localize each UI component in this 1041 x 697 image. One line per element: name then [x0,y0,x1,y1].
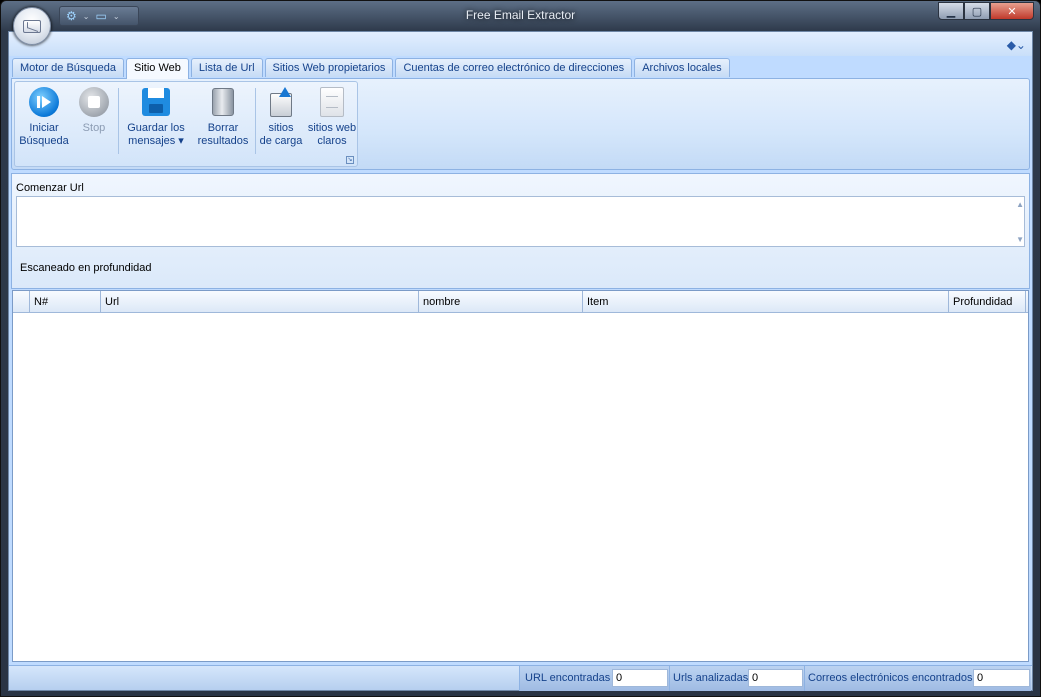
clear-label-2: resultados [197,135,249,147]
results-grid[interactable]: N# Url nombre Item Profundidad [12,290,1029,662]
scroll-down-icon[interactable]: ▼ [1016,235,1024,244]
client-area: ◆⌄ Motor de Búsqueda Sitio Web Lista de … [8,31,1033,691]
status-bar: URL encontradas 0 Urls analizadas 0 Corr… [9,665,1032,691]
clear-sites-button[interactable]: sitios web claros [305,86,359,148]
clear-sites-label-2: claros [317,135,347,147]
start-search-label-2: Búsqueda [19,135,69,147]
minimize-button[interactable]: ▁ [938,2,964,20]
status-emails-found: Correos electrónicos encontrados 0 [804,666,1031,691]
load-sites-button[interactable]: sitios de carga [258,86,304,148]
trash-icon [212,88,234,116]
clear-results-button[interactable]: Borrar resultados [195,86,251,148]
depth-scan-label: Escaneado en profundidad [20,262,152,274]
load-label-2: de carga [259,135,303,147]
ribbon-tabs: Motor de Búsqueda Sitio Web Lista de Url… [12,58,730,79]
status-urls-found: URL encontradas 0 [519,666,669,691]
grid-header: N# Url nombre Item Profundidad [13,291,1028,313]
stop-label: Stop [82,122,106,134]
emails-found-label: Correos electrónicos encontrados [808,672,973,684]
app-window: ⚙ ⌄ ▭ ⌄ Free Email Extractor ▁ ▢ ✕ ◆⌄ Mo… [0,0,1041,697]
save-icon [142,88,170,116]
email-icon [23,19,41,33]
ribbon-header: ◆⌄ [9,32,1032,56]
help-icon[interactable]: ◆⌄ [1007,38,1026,52]
emails-found-value: 0 [973,669,1030,687]
stop-icon [79,87,109,117]
save-label-1: Guardar los [127,122,185,134]
clear-sites-label-1: sitios web [307,122,357,134]
urls-analyzed-value: 0 [748,669,803,687]
scroll-up-icon[interactable]: ▲ [1016,200,1024,209]
save-label-2: mensajes ▾ [128,135,184,147]
maximize-button[interactable]: ▢ [964,2,990,20]
url-section: Comenzar Url Escaneado en profundidad [11,173,1030,289]
column-header-item[interactable]: Item [583,291,949,313]
tab-url-list[interactable]: Lista de Url [190,58,263,77]
column-header-number[interactable]: N# [30,291,101,313]
ribbon-panel: Iniciar Búsqueda Stop Guardar los mensaj… [11,78,1030,170]
tab-owner-websites[interactable]: Sitios Web propietarios [264,58,394,77]
start-url-input[interactable] [16,196,1025,247]
save-messages-button[interactable]: Guardar los mensajes ▾ [123,86,189,148]
group-separator [255,88,256,154]
window-title: Free Email Extractor [465,8,576,22]
load-label-1: sitios [268,122,294,134]
column-header-depth[interactable]: Profundidad [949,291,1026,313]
group-separator [118,88,119,154]
tab-local-files[interactable]: Archivos locales [634,58,730,77]
dialog-launcher-icon[interactable]: ↘ [346,156,354,164]
stop-button[interactable]: Stop [73,86,115,135]
play-icon [29,87,59,117]
ribbon-group-actions: Iniciar Búsqueda Stop Guardar los mensaj… [14,81,358,167]
application-menu-button[interactable] [13,7,51,45]
tab-email-accounts[interactable]: Cuentas de correo electrónico de direcci… [395,58,633,77]
tab-website[interactable]: Sitio Web [126,58,189,79]
window-controls: ▁ ▢ ✕ [938,2,1034,20]
start-url-label: Comenzar Url [16,182,84,194]
start-search-button[interactable]: Iniciar Búsqueda [17,86,71,148]
close-button[interactable]: ✕ [990,2,1034,20]
title-bar[interactable]: ⚙ ⌄ ▭ ⌄ Free Email Extractor ▁ ▢ ✕ [1,1,1040,31]
column-header-name[interactable]: nombre [419,291,583,313]
start-search-label-1: Iniciar [29,122,59,134]
column-header-url[interactable]: Url [101,291,419,313]
tab-search-engine[interactable]: Motor de Búsqueda [12,58,125,77]
clear-label-1: Borrar [207,122,239,134]
urls-analyzed-label: Urls analizadas [673,672,749,684]
document-icon [320,87,344,117]
status-urls-analyzed: Urls analizadas 0 [669,666,804,691]
load-file-icon [268,87,294,117]
urls-found-label: URL encontradas [525,672,611,684]
urls-found-value: 0 [612,669,668,687]
column-header-select[interactable] [13,291,30,313]
